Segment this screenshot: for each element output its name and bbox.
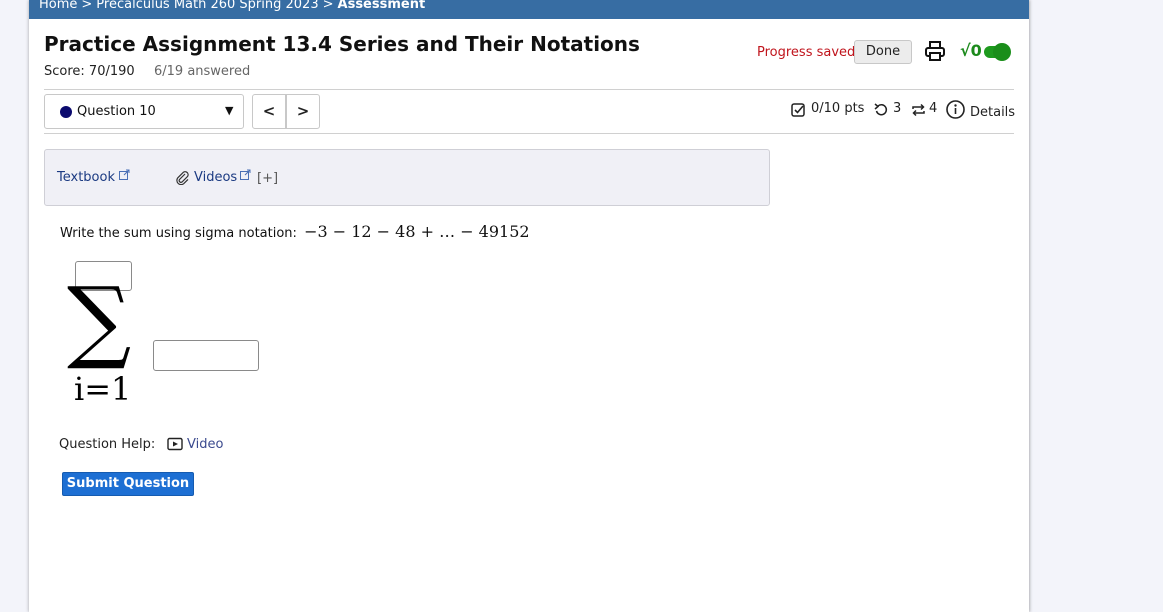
breadcrumb-course[interactable]: Precalculus Math 260 Spring 2023 xyxy=(96,0,318,12)
expand-videos-button[interactable]: [+] xyxy=(257,171,278,186)
question-help-label: Question Help: xyxy=(59,437,156,452)
external-link-icon xyxy=(119,169,130,180)
divider xyxy=(44,89,1014,90)
textbook-link[interactable]: Textbook xyxy=(57,170,115,185)
details-link[interactable]: Details xyxy=(970,105,1015,120)
checkbox-icon xyxy=(791,103,805,117)
selected-question-label: Question 10 xyxy=(77,104,156,119)
retries-count: 3 xyxy=(893,101,902,116)
breadcrumb: Home > Precalculus Math 260 Spring 2023 > As… xyxy=(29,0,1029,19)
retry-icon xyxy=(874,103,888,116)
math-entry-label: √0 xyxy=(960,41,982,60)
assessment-page: Home > Precalculus Math 260 Spring 2023 > As… xyxy=(29,0,1029,612)
question-status-dot xyxy=(60,106,72,118)
prompt-text: Write the sum using sigma notation: xyxy=(60,226,297,241)
breadcrumb-current: Assessment xyxy=(337,0,426,12)
divider xyxy=(44,133,1014,134)
video-icon xyxy=(167,437,183,451)
caret-down-icon: ▼ xyxy=(225,104,234,117)
videos-link[interactable]: Videos xyxy=(194,170,237,185)
breadcrumb-home[interactable]: Home xyxy=(39,0,77,12)
breadcrumb-separator: > xyxy=(322,0,334,12)
score-text: Score: 70/190 xyxy=(44,64,135,79)
previous-question-button[interactable]: < xyxy=(252,94,286,129)
submit-question-button[interactable]: Submit Question xyxy=(62,472,194,496)
points-text: 0/10 pts xyxy=(811,101,865,116)
toggle-knob[interactable] xyxy=(993,43,1011,61)
next-question-button[interactable]: > xyxy=(286,94,320,129)
question-prompt: Write the sum using sigma notation: −3 −… xyxy=(60,222,530,241)
printer-icon[interactable] xyxy=(924,40,946,62)
help-video-link[interactable]: Video xyxy=(187,437,223,452)
resources-panel: Textbook Videos [+] xyxy=(44,149,770,206)
progress-status: Progress saved xyxy=(757,45,856,60)
sigma-symbol: ∑ xyxy=(67,268,132,373)
paperclip-icon xyxy=(176,171,189,185)
page-title: Practice Assignment 13.4 Series and Thei… xyxy=(44,32,640,56)
question-select[interactable]: Question 10 ▼ xyxy=(44,94,244,129)
lower-limit-text: i=1 xyxy=(74,370,132,408)
attempts-icon xyxy=(912,103,925,117)
done-button[interactable]: Done xyxy=(854,40,912,64)
answered-count: 6/19 answered xyxy=(154,64,251,79)
summand-input[interactable] xyxy=(153,340,259,371)
attempts-count: 4 xyxy=(929,101,938,116)
breadcrumb-separator: > xyxy=(81,0,93,12)
external-link-icon xyxy=(240,169,251,180)
info-icon[interactable] xyxy=(946,100,965,119)
series-expression: −3 − 12 − 48 + … − 49152 xyxy=(304,222,530,241)
